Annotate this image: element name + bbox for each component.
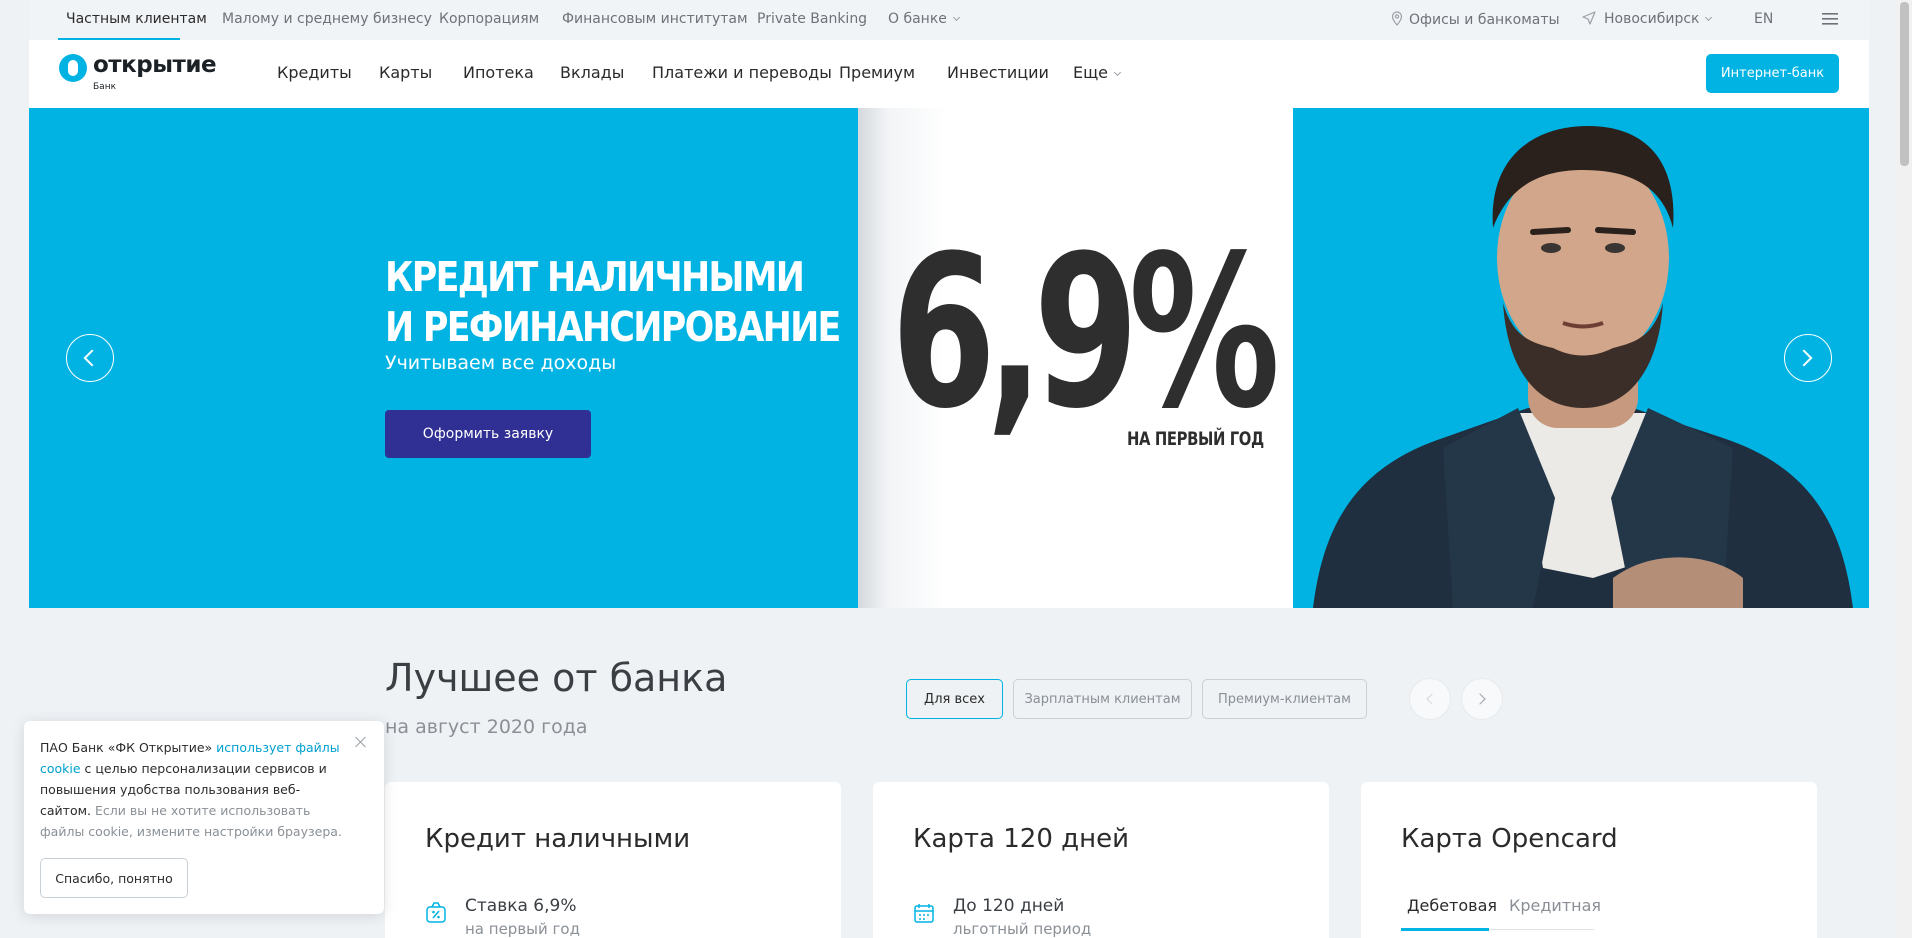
card-feature-value: До 120 дней — [953, 896, 1065, 916]
percent-bag-icon — [426, 902, 446, 923]
logo-subtitle: Банк — [93, 82, 117, 92]
product-card-cash-credit[interactable]: Кредит наличными Ставка 6,9% на первый г… — [385, 782, 841, 938]
hero-title-line2: И РЕФИНАНСИРОВАНИЕ — [385, 303, 841, 351]
offices-label: Офисы и банкоматы — [1409, 12, 1560, 28]
about-bank-label: О банке — [888, 11, 947, 27]
top-segment-bar: Частным клиентам Малому и среднему бизне… — [29, 0, 1869, 40]
cookie-accept-button[interactable]: Спасибо, понятно — [40, 858, 188, 898]
chevron-down-icon — [1705, 13, 1713, 22]
segment-private-banking[interactable]: Private Banking — [757, 11, 867, 27]
card-feature-value: Ставка 6,9% — [465, 896, 577, 916]
hero-title: КРЕДИТ НАЛИЧНЫМИ И РЕФИНАНСИРОВАНИЕ — [385, 252, 841, 352]
chevron-down-icon — [952, 13, 960, 22]
chevron-right-icon — [1795, 349, 1813, 367]
filter-premium-clients[interactable]: Премиум-клиентам — [1202, 679, 1367, 719]
nav-more-dropdown[interactable]: Еще — [1073, 63, 1122, 82]
filter-salary-clients[interactable]: Зарплатным клиентам — [1013, 679, 1192, 719]
hero-subtitle: Учитываем все доходы — [385, 352, 617, 374]
product-card-opencard[interactable]: Карта Opencard Дебетовая Кредитная — [1361, 782, 1817, 938]
card-title: Карта Opencard — [1401, 824, 1618, 854]
scrollbar-thumb[interactable] — [1900, 2, 1909, 166]
best-section-title: Лучшее от банка — [385, 656, 728, 700]
hero-rate-note: НА ПЕРВЫЙ ГОД — [1127, 428, 1264, 450]
chevron-left-icon — [83, 349, 101, 367]
offices-link[interactable]: Офисы и банкоматы — [1391, 11, 1560, 28]
navigation-arrow-icon — [1582, 11, 1596, 25]
chevron-right-icon — [1474, 693, 1486, 705]
cards-prev-button[interactable] — [1409, 678, 1451, 720]
cards-next-button[interactable] — [1461, 678, 1503, 720]
segment-private-clients[interactable]: Частным клиентам — [66, 11, 207, 27]
hero-title-line1: КРЕДИТ НАЛИЧНЫМИ — [385, 253, 805, 301]
best-section-subtitle: на август 2020 года — [385, 716, 588, 738]
tab-debit[interactable]: Дебетовая — [1407, 896, 1497, 915]
nav-cards[interactable]: Карты — [379, 63, 432, 82]
nav-premium[interactable]: Премиум — [839, 63, 915, 82]
card-feature-note: на первый год — [465, 920, 580, 938]
close-icon[interactable] — [354, 735, 368, 749]
apply-button[interactable]: Оформить заявку — [385, 410, 591, 458]
nav-more-label: Еще — [1073, 63, 1109, 82]
nav-mortgage[interactable]: Ипотека — [463, 63, 534, 82]
hero-rate: 6,9% — [891, 210, 1280, 455]
cookie-text: ПАО Банк «ФК Открытие» использует файлы … — [40, 737, 350, 842]
card-title: Карта 120 дней — [913, 824, 1129, 854]
chevron-down-icon — [1113, 68, 1122, 77]
hero-prev-button[interactable] — [66, 334, 114, 382]
hero-photo-panel — [1293, 108, 1869, 608]
hero-next-button[interactable] — [1784, 334, 1832, 382]
city-selector[interactable]: Новосибирск — [1582, 11, 1713, 27]
filter-for-all[interactable]: Для всех — [906, 679, 1003, 719]
segment-corporations[interactable]: Корпорациям — [439, 11, 539, 27]
nav-deposits[interactable]: Вклады — [560, 63, 624, 82]
hero-banner: КРЕДИТ НАЛИЧНЫМИ И РЕФИНАНСИРОВАНИЕ Учит… — [29, 108, 1869, 608]
location-pin-icon — [1391, 11, 1403, 26]
language-switch[interactable]: EN — [1754, 11, 1773, 27]
logo-text: открытие — [93, 52, 217, 78]
menu-icon[interactable] — [1822, 13, 1838, 29]
card-feature-note: льготный период — [953, 920, 1092, 938]
cookie-text-start: ПАО Банк «ФК Открытие» — [40, 740, 217, 755]
cookie-notice: ПАО Банк «ФК Открытие» использует файлы … — [24, 721, 384, 914]
segment-financial-institutions[interactable]: Финансовым институтам — [562, 11, 748, 27]
page-scrollbar[interactable] — [1897, 0, 1912, 938]
person-illustration — [1313, 126, 1853, 608]
calendar-icon — [914, 904, 934, 923]
tab-credit[interactable]: Кредитная — [1509, 896, 1601, 915]
main-header: открытие Банк Кредиты Карты Ипотека Вкла… — [29, 40, 1869, 108]
card-title: Кредит наличными — [425, 824, 691, 854]
city-label: Новосибирск — [1604, 11, 1700, 27]
segment-small-business[interactable]: Малому и среднему бизнесу — [222, 11, 432, 27]
nav-credits[interactable]: Кредиты — [277, 63, 352, 82]
logo-mark-icon — [59, 54, 87, 82]
chevron-left-icon — [1426, 693, 1438, 705]
active-tab-underline — [1401, 928, 1489, 931]
nav-investments[interactable]: Инвестиции — [947, 63, 1049, 82]
product-card-120-days[interactable]: Карта 120 дней До 120 дней льготный пери… — [873, 782, 1329, 938]
about-bank-dropdown[interactable]: О банке — [888, 11, 960, 27]
internet-bank-button[interactable]: Интернет-банк — [1706, 54, 1839, 93]
nav-payments[interactable]: Платежи и переводы — [652, 63, 832, 82]
